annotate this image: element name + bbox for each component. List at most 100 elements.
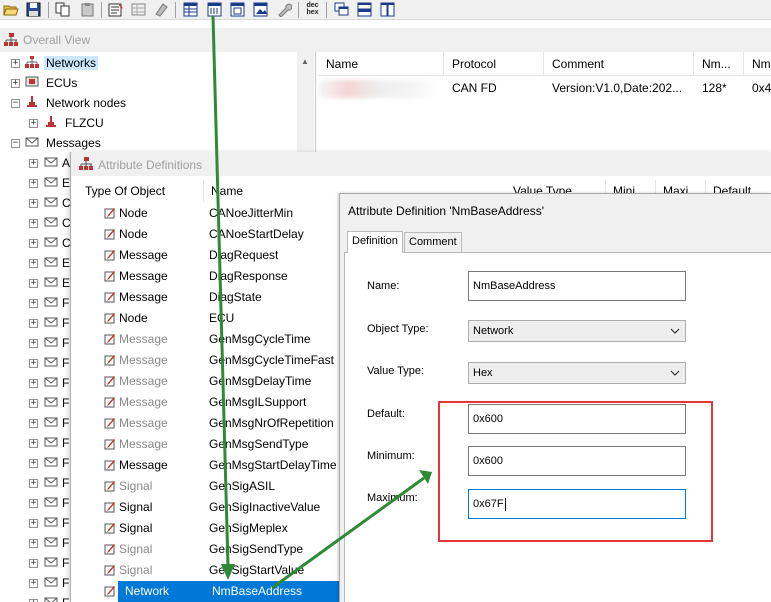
expand-message-button[interactable]: + xyxy=(29,439,38,448)
tree-item-message[interactable]: F xyxy=(62,454,69,472)
tile-horizontal-icon[interactable] xyxy=(357,2,373,17)
attribute-definitions-titlebar[interactable]: Attribute Definitions xyxy=(71,152,771,176)
tree-item-networks[interactable]: Networks xyxy=(44,54,99,72)
expand-message-button[interactable]: + xyxy=(29,299,38,308)
column-header-name[interactable]: Name xyxy=(318,52,444,76)
column-header-nm-2[interactable]: Nm xyxy=(744,52,771,76)
attribute-row[interactable]: Node CANoeStartDelay xyxy=(71,224,341,245)
eraser-icon[interactable] xyxy=(153,2,169,17)
expand-message-button[interactable]: + xyxy=(29,579,38,588)
tree-item-message[interactable]: E xyxy=(62,274,70,292)
tree-item-message[interactable]: E xyxy=(62,254,70,272)
attribute-row[interactable]: Signal GenSigSendType xyxy=(71,539,341,560)
attribute-row[interactable]: Signal GenSigInactiveValue xyxy=(71,497,341,518)
column-header-comment[interactable]: Comment xyxy=(544,52,694,76)
hex-icon[interactable]: dec hex xyxy=(303,2,322,17)
expand-message-button[interactable]: + xyxy=(29,559,38,568)
expand-message-button[interactable]: + xyxy=(29,199,38,208)
attribute-row[interactable]: Network NmBaseAddress xyxy=(71,581,341,602)
cell-protocol[interactable]: CAN FD xyxy=(444,78,544,98)
expand-message-button[interactable]: + xyxy=(29,519,38,528)
attribute-row[interactable]: Signal GenSigASIL xyxy=(71,476,341,497)
tree-item-ecus[interactable]: ECUs xyxy=(46,74,77,92)
name-field[interactable]: NmBaseAddress xyxy=(468,271,686,301)
attribute-row[interactable]: Node ECU xyxy=(71,308,341,329)
attribute-row[interactable]: Message GenMsgStartDelayTime xyxy=(71,455,341,476)
expand-message-button[interactable]: + xyxy=(29,379,38,388)
tree-item-message[interactable]: F xyxy=(62,554,69,572)
expand-message-button[interactable]: + xyxy=(29,259,38,268)
attribute-row[interactable]: Node CANoeJitterMin xyxy=(71,203,341,224)
table-icon[interactable] xyxy=(183,2,199,17)
save-icon[interactable] xyxy=(26,2,42,17)
attribute-row[interactable]: Message DiagResponse xyxy=(71,266,341,287)
cell-nm-1[interactable]: 128* xyxy=(694,78,744,98)
tree-item-message[interactable]: F xyxy=(62,374,69,392)
tree-item-message[interactable]: F xyxy=(62,474,69,492)
tree-item-message[interactable]: A xyxy=(62,154,70,172)
tree-item-messages[interactable]: Messages xyxy=(46,134,101,152)
copy-icon[interactable] xyxy=(55,2,71,17)
window-icon[interactable] xyxy=(230,2,246,17)
tree-item-message[interactable]: F xyxy=(62,434,69,452)
attribute-row[interactable]: Message GenMsgCycleTimeFast xyxy=(71,350,341,371)
tree-item-message[interactable]: F xyxy=(62,594,69,602)
column-header-nm-1[interactable]: Nm... xyxy=(694,52,744,76)
attribute-row[interactable]: Message DiagRequest xyxy=(71,245,341,266)
collapse-messages-button[interactable]: − xyxy=(11,139,20,148)
expand-message-button[interactable]: + xyxy=(29,479,38,488)
expand-message-button[interactable]: + xyxy=(29,359,38,368)
collapse-network-nodes-button[interactable]: − xyxy=(11,99,20,108)
paste-icon[interactable] xyxy=(80,2,96,17)
attribute-row[interactable]: Message DiagState xyxy=(71,287,341,308)
attribute-row[interactable]: Message GenMsgILSupport xyxy=(71,392,341,413)
cascade-icon[interactable] xyxy=(334,2,350,17)
expand-message-button[interactable]: + xyxy=(29,319,38,328)
expand-flzcu-button[interactable]: + xyxy=(29,119,38,128)
properties-icon[interactable] xyxy=(108,2,124,17)
tree-item-network-nodes[interactable]: Network nodes xyxy=(46,94,126,112)
tree-item-message[interactable]: F xyxy=(62,574,69,592)
object-type-select[interactable]: Network xyxy=(468,320,686,342)
grid-icon[interactable] xyxy=(131,2,147,17)
expand-networks-button[interactable]: + xyxy=(11,59,20,68)
expand-message-button[interactable]: + xyxy=(29,499,38,508)
expand-message-button[interactable]: + xyxy=(29,459,38,468)
expand-ecus-button[interactable]: + xyxy=(11,79,20,88)
expand-message-button[interactable]: + xyxy=(29,339,38,348)
tab-comment[interactable]: Comment xyxy=(404,232,462,252)
cell-comment[interactable]: Version:V1.0,Date:202... xyxy=(544,78,694,98)
tree-item-message[interactable]: F xyxy=(62,354,69,372)
overall-view-titlebar[interactable]: Overall View xyxy=(0,28,771,52)
tree-item-message[interactable]: F xyxy=(62,394,69,412)
scroll-up-icon[interactable]: ▲ xyxy=(301,57,309,66)
expand-message-button[interactable]: + xyxy=(29,419,38,428)
attribute-row[interactable]: Message GenMsgNrOfRepetition xyxy=(71,413,341,434)
expand-message-button[interactable]: + xyxy=(29,399,38,408)
tree-item-message[interactable]: F xyxy=(62,414,69,432)
attribute-row[interactable]: Signal GenSigMeplex xyxy=(71,518,341,539)
expand-message-button[interactable]: + xyxy=(29,179,38,188)
tree-item-message[interactable]: F xyxy=(62,334,69,352)
expand-message-button[interactable]: + xyxy=(29,219,38,228)
tab-definition[interactable]: Definition xyxy=(347,231,403,253)
attribute-row[interactable]: Message GenMsgDelayTime xyxy=(71,371,341,392)
column-header-protocol[interactable]: Protocol xyxy=(444,52,544,76)
tree-item-flzcu[interactable]: FLZCU xyxy=(65,114,104,132)
expand-message-button[interactable]: + xyxy=(29,239,38,248)
column-header-type-of-object[interactable]: Type Of Object xyxy=(78,180,204,202)
attribute-row[interactable]: Message GenMsgCycleTime xyxy=(71,329,341,350)
attribute-row[interactable]: Message GenMsgSendType xyxy=(71,434,341,455)
cell-nm-2[interactable]: 0x4 xyxy=(744,78,771,98)
table-edit-icon[interactable] xyxy=(207,2,223,17)
value-type-select[interactable]: Hex xyxy=(468,362,686,384)
wrench-icon[interactable] xyxy=(276,2,292,17)
tile-vertical-icon[interactable] xyxy=(380,2,396,17)
column-header-name[interactable]: Name xyxy=(204,180,341,202)
tree-item-message[interactable]: F xyxy=(62,534,69,552)
attribute-row[interactable]: Signal GenSigStartValue xyxy=(71,560,341,581)
tree-item-message[interactable]: F xyxy=(62,514,69,532)
open-folder-icon[interactable] xyxy=(3,2,19,17)
image-icon[interactable] xyxy=(253,2,269,17)
expand-message-button[interactable]: + xyxy=(29,539,38,548)
